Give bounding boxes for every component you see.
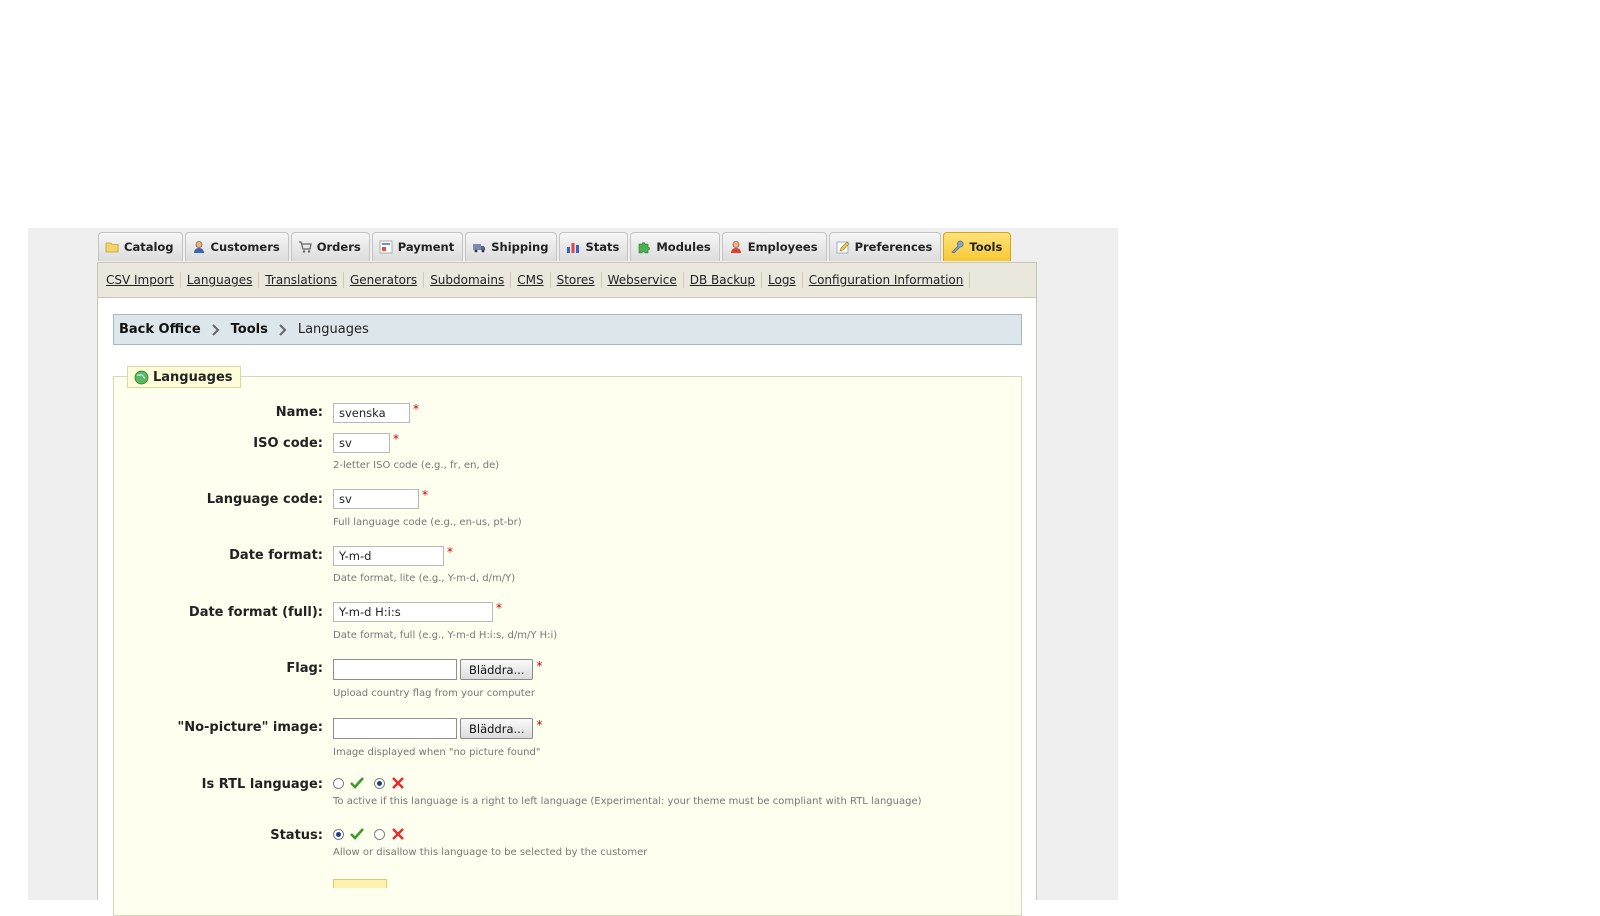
language-code-hint: Full language code (e.g., en-us, pt-br) [333, 517, 522, 528]
cart-icon [298, 241, 312, 253]
folder-icon [105, 242, 119, 253]
is-rtl-no-radio[interactable] [374, 777, 385, 789]
flag-file-input[interactable] [333, 659, 457, 680]
status-hint: Allow or disallow this language to be se… [333, 847, 648, 858]
no-picture-browse-button[interactable]: Bläddra... [460, 718, 534, 739]
required-mark: * [536, 717, 543, 732]
submenu-db-backup[interactable]: DB Backup [684, 272, 762, 288]
language-code-label: Language code: [206, 492, 323, 507]
chevron-right-icon [279, 323, 287, 336]
tab-shipping[interactable]: Shipping [465, 232, 558, 261]
cross-icon [390, 775, 406, 791]
globe-icon [134, 370, 149, 384]
date-format-full-input[interactable] [333, 602, 493, 622]
bar-chart-icon [567, 243, 580, 253]
fieldset-legend: Languages [127, 366, 241, 388]
status-disabled-radio[interactable] [374, 828, 385, 840]
required-mark: * [496, 601, 502, 615]
breadcrumb-current: Languages [297, 322, 369, 337]
main-content: Back Office Tools Languages Languages Na… [97, 298, 1037, 916]
tab-label: Catalog [124, 240, 174, 254]
required-mark: * [393, 432, 399, 446]
tab-tools[interactable]: Tools [943, 232, 1012, 261]
submenu-csv-import[interactable]: CSV Import [100, 272, 181, 288]
name-input[interactable] [333, 403, 410, 423]
status-label: Status: [270, 828, 323, 843]
name-label: Name: [275, 405, 323, 420]
no-picture-label: "No-picture" image: [177, 720, 323, 735]
tab-preferences[interactable]: Preferences [828, 232, 942, 261]
required-mark: * [447, 545, 453, 559]
submenu-translations[interactable]: Translations [259, 272, 344, 288]
preferences-icon [836, 241, 850, 254]
tab-label: Stats [585, 240, 620, 254]
tab-payment[interactable]: Payment [371, 232, 464, 261]
breadcrumb: Back Office Tools Languages [113, 314, 1022, 345]
date-format-full-hint: Date format, full (e.g., Y-m-d H:i:s, d/… [333, 630, 558, 641]
iso-code-label: ISO code: [253, 436, 323, 451]
status-enabled-radio[interactable] [333, 828, 344, 840]
truck-icon [473, 244, 486, 253]
tab-label: Modules [656, 240, 711, 254]
submenu-languages[interactable]: Languages [181, 272, 260, 288]
date-format-hint: Date format, lite (e.g., Y-m-d, d/m/Y) [333, 573, 516, 584]
checkmark-icon [349, 826, 365, 842]
admin-canvas: Catalog Customers Orders Payment Shippin… [28, 228, 1118, 916]
flag-hint: Upload country flag from your computer [333, 688, 535, 699]
customer-icon [193, 241, 204, 253]
submenu-cms[interactable]: CMS [511, 272, 551, 288]
tab-label: Shipping [491, 240, 549, 254]
submenu-stores[interactable]: Stores [551, 272, 602, 288]
tab-customers[interactable]: Customers [184, 232, 289, 261]
employee-icon [730, 241, 741, 253]
flag-label: Flag: [286, 661, 323, 676]
breadcrumb-root[interactable]: Back Office [119, 322, 201, 337]
chevron-right-icon [211, 323, 220, 336]
tools-submenu: CSV Import Languages Translations Genera… [97, 262, 1037, 298]
cross-icon [390, 826, 406, 842]
tab-label: Employees [747, 240, 818, 254]
tab-label: Preferences [854, 240, 933, 254]
is-rtl-label: Is RTL language: [201, 777, 323, 792]
tab-label: Orders [316, 240, 361, 254]
required-mark: * [536, 658, 543, 673]
tab-employees[interactable]: Employees [721, 232, 827, 261]
date-format-input[interactable] [333, 546, 444, 566]
required-mark: * [422, 488, 428, 502]
tab-modules[interactable]: Modules [630, 232, 720, 261]
checkmark-icon [349, 775, 365, 791]
required-mark: * [413, 402, 419, 416]
iso-code-hint: 2-letter ISO code (e.g., fr, en, de) [333, 460, 500, 471]
tab-label: Tools [969, 240, 1003, 254]
tab-orders[interactable]: Orders [290, 232, 370, 261]
tab-stats[interactable]: Stats [559, 232, 629, 261]
wrench-icon [951, 240, 964, 254]
tab-label: Customers [210, 240, 280, 254]
iso-code-input[interactable] [333, 433, 390, 453]
main-tabs: Catalog Customers Orders Payment Shippin… [98, 232, 1012, 261]
flag-browse-button[interactable]: Bläddra... [460, 659, 534, 680]
tab-catalog[interactable]: Catalog [98, 232, 183, 261]
tab-label: Payment [397, 240, 455, 254]
language-code-input[interactable] [333, 489, 419, 509]
payment-icon [379, 240, 393, 254]
languages-fieldset: Languages Name: * ISO code: * 2-letter I… [113, 366, 1022, 916]
submenu-generators[interactable]: Generators [344, 272, 425, 288]
date-format-full-label: Date format (full): [188, 605, 323, 620]
is-rtl-hint: To active if this language is a right to… [333, 796, 922, 807]
save-button[interactable] [333, 879, 387, 888]
submenu-subdomains[interactable]: Subdomains [424, 272, 512, 288]
puzzle-icon [639, 242, 651, 254]
is-rtl-yes-radio[interactable] [333, 777, 344, 789]
submenu-configuration-information[interactable]: Configuration Information [803, 272, 971, 288]
submenu-logs[interactable]: Logs [762, 272, 803, 288]
breadcrumb-section[interactable]: Tools [231, 322, 268, 337]
no-picture-hint: Image displayed when "no picture found" [333, 747, 541, 758]
submenu-webservice[interactable]: Webservice [602, 272, 684, 288]
no-picture-file-input[interactable] [333, 718, 457, 739]
legend-title: Languages [153, 369, 233, 385]
date-format-label: Date format: [229, 548, 323, 563]
